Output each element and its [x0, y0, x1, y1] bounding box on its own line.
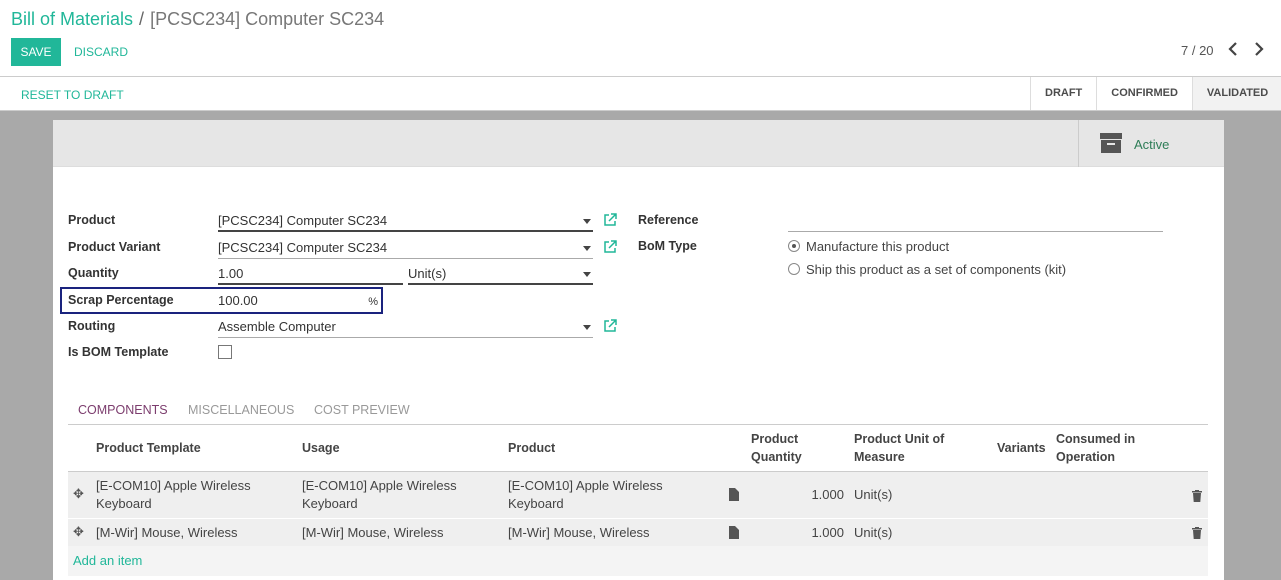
row-product: [E-COM10] Apple Wireless Keyboard [508, 478, 663, 511]
routing-value: Assemble Computer [218, 319, 336, 334]
form-sheet: Active Product [PCSC234] Computer SC234 … [53, 120, 1224, 580]
bom-template-checkbox[interactable] [218, 345, 232, 359]
chevron-right-icon [1255, 42, 1264, 56]
breadcrumb-separator: / [139, 9, 145, 29]
product-label: Product [68, 213, 116, 227]
tab-components[interactable]: COMPONENTS [78, 403, 168, 417]
tab-miscellaneous[interactable]: MISCELLANEOUS [188, 403, 294, 417]
external-link-icon[interactable] [603, 240, 617, 254]
reference-field[interactable] [788, 212, 1163, 232]
caret-down-icon [583, 219, 591, 224]
row-quantity: 1.000 [811, 525, 844, 540]
stage-confirmed[interactable]: CONFIRMED [1096, 77, 1192, 110]
archive-icon [1100, 133, 1122, 153]
add-item-row [68, 546, 1208, 576]
table-row[interactable]: ✥ [E-COM10] Apple Wireless Keyboard [E-C… [68, 472, 1208, 518]
col-product-quantity[interactable]: Product Quantity [751, 430, 831, 466]
drag-handle-icon[interactable]: ✥ [73, 486, 84, 502]
pager-next-button[interactable] [1254, 42, 1264, 61]
row-product: [M-Wir] Mouse, Wireless [508, 525, 650, 540]
trash-icon[interactable] [1192, 490, 1202, 502]
col-product[interactable]: Product [508, 439, 555, 457]
bom-type-label: BoM Type [638, 239, 697, 253]
quantity-value: 1.00 [218, 266, 244, 281]
quantity-field[interactable]: 1.00 [218, 265, 403, 285]
routing-field[interactable]: Assemble Computer [218, 318, 593, 338]
button-box: Active [53, 120, 1224, 167]
caret-down-icon [583, 325, 591, 330]
external-link-icon[interactable] [603, 319, 617, 333]
uom-field[interactable]: Unit(s) [408, 265, 593, 285]
row-product-template: [E-COM10] Apple Wireless Keyboard [96, 478, 251, 511]
col-usage[interactable]: Usage [302, 439, 340, 457]
active-label: Active [1134, 137, 1170, 152]
bom-type-kit-radio[interactable] [788, 263, 800, 275]
drag-handle-icon[interactable]: ✥ [73, 524, 84, 540]
breadcrumb-parent-link[interactable]: Bill of Materials [11, 9, 133, 29]
scrap-percentage-label: Scrap Percentage [68, 293, 174, 307]
document-icon[interactable] [729, 526, 739, 539]
col-variants[interactable]: Variants [997, 439, 1046, 457]
row-product-template: [M-Wir] Mouse, Wireless [96, 525, 238, 540]
pager-value: 7 / 20 [1181, 43, 1214, 58]
control-panel: Bill of Materials / [PCSC234] Computer SC2… [0, 0, 1281, 77]
bom-template-label: Is BOM Template [68, 345, 169, 359]
breadcrumb: Bill of Materials / [PCSC234] Computer SC2… [11, 9, 384, 30]
quantity-label: Quantity [68, 266, 119, 280]
reference-label: Reference [638, 213, 699, 227]
scrap-percentage-value: 100.00 [218, 293, 258, 308]
row-uom: Unit(s) [854, 487, 893, 502]
product-value: [PCSC234] Computer SC234 [218, 213, 388, 228]
bom-type-manufacture-label: Manufacture this product [806, 239, 950, 254]
col-uom[interactable]: Product Unit of Measure [854, 430, 964, 466]
product-field[interactable]: [PCSC234] Computer SC234 [218, 212, 593, 232]
reset-to-draft-button[interactable]: RESET TO DRAFT [21, 88, 124, 102]
notebook-tabs: COMPONENTS MISCELLANEOUS COST PREVIEW [68, 399, 1208, 425]
percent-unit: % [368, 296, 378, 308]
active-toggle-button[interactable]: Active [1078, 120, 1224, 167]
col-product-template[interactable]: Product Template [96, 439, 201, 457]
pager-prev-button[interactable] [1228, 42, 1238, 61]
product-variant-field[interactable]: [PCSC234] Computer SC234 [218, 239, 593, 259]
caret-down-icon [583, 246, 591, 251]
uom-value: Unit(s) [408, 266, 447, 281]
table-row[interactable]: ✥ [M-Wir] Mouse, Wireless [M-Wir] Mouse,… [68, 519, 1208, 546]
row-usage: [E-COM10] Apple Wireless Keyboard [302, 478, 457, 511]
row-usage: [M-Wir] Mouse, Wireless [302, 525, 444, 540]
routing-label: Routing [68, 319, 116, 333]
caret-down-icon [583, 272, 591, 277]
external-link-icon[interactable] [603, 213, 617, 227]
scrap-percentage-field[interactable]: 100.00 % [218, 292, 378, 312]
breadcrumb-current: [PCSC234] Computer SC234 [150, 9, 385, 29]
document-icon[interactable] [729, 488, 739, 501]
bom-type-manufacture-radio[interactable] [788, 240, 800, 252]
stage-draft[interactable]: DRAFT [1030, 77, 1096, 110]
row-uom: Unit(s) [854, 525, 893, 540]
save-button[interactable]: SAVE [11, 38, 61, 66]
status-bar: RESET TO DRAFT DRAFT CONFIRMED VALIDATED [0, 77, 1281, 111]
stage-validated[interactable]: VALIDATED [1191, 77, 1281, 110]
product-variant-label: Product Variant [68, 240, 161, 254]
col-consumed[interactable]: Consumed in Operation [1056, 430, 1156, 466]
row-quantity: 1.000 [811, 487, 844, 502]
discard-button[interactable]: DISCARD [74, 38, 128, 66]
tab-cost-preview[interactable]: COST PREVIEW [314, 403, 410, 417]
bom-type-kit-label: Ship this product as a set of components… [806, 262, 1067, 277]
trash-icon[interactable] [1192, 527, 1202, 539]
chevron-left-icon [1228, 42, 1237, 56]
add-item-link[interactable]: Add an item [73, 553, 142, 568]
status-stages: DRAFT CONFIRMED VALIDATED [1030, 77, 1281, 110]
product-variant-value: [PCSC234] Computer SC234 [218, 240, 388, 255]
